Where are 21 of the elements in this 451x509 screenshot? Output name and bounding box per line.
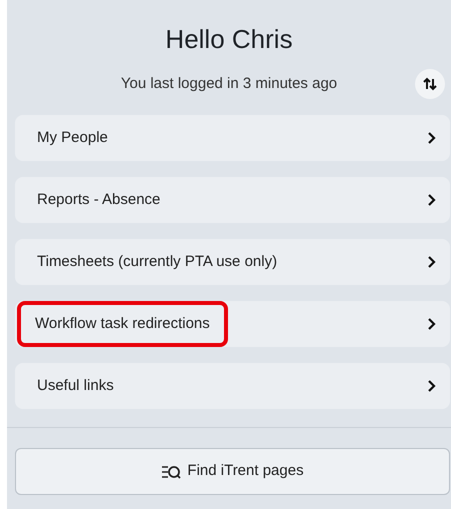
menu-item-label: Timesheets (currently PTA use only) bbox=[36, 252, 278, 272]
menu-item-label: Reports - Absence bbox=[36, 190, 162, 210]
menu-item-label: My People bbox=[36, 128, 109, 148]
chevron-right-icon bbox=[427, 318, 436, 330]
chevron-right-icon bbox=[427, 256, 436, 268]
menu-item[interactable]: My People bbox=[15, 115, 450, 161]
find-pages-button[interactable]: Find iTrent pages bbox=[15, 448, 450, 495]
last-login-text: You last logged in 3 minutes ago bbox=[120, 74, 338, 94]
menu-item[interactable]: Reports - Absence bbox=[15, 177, 450, 223]
sort-icon bbox=[422, 76, 438, 92]
menu-item[interactable]: Timesheets (currently PTA use only) bbox=[15, 239, 450, 285]
sort-button[interactable] bbox=[415, 69, 445, 99]
greeting-title: Hello Chris bbox=[165, 23, 293, 56]
chevron-right-icon bbox=[427, 194, 436, 206]
menu-item[interactable]: Workflow task redirections bbox=[15, 301, 450, 347]
chevron-right-icon bbox=[427, 380, 436, 392]
menu-item-label: Workflow task redirections bbox=[17, 300, 228, 348]
chevron-right-icon bbox=[427, 132, 436, 144]
menu-item[interactable]: Useful links bbox=[15, 363, 450, 409]
menu-item-label: Useful links bbox=[36, 376, 115, 396]
search-list-icon bbox=[161, 464, 182, 480]
